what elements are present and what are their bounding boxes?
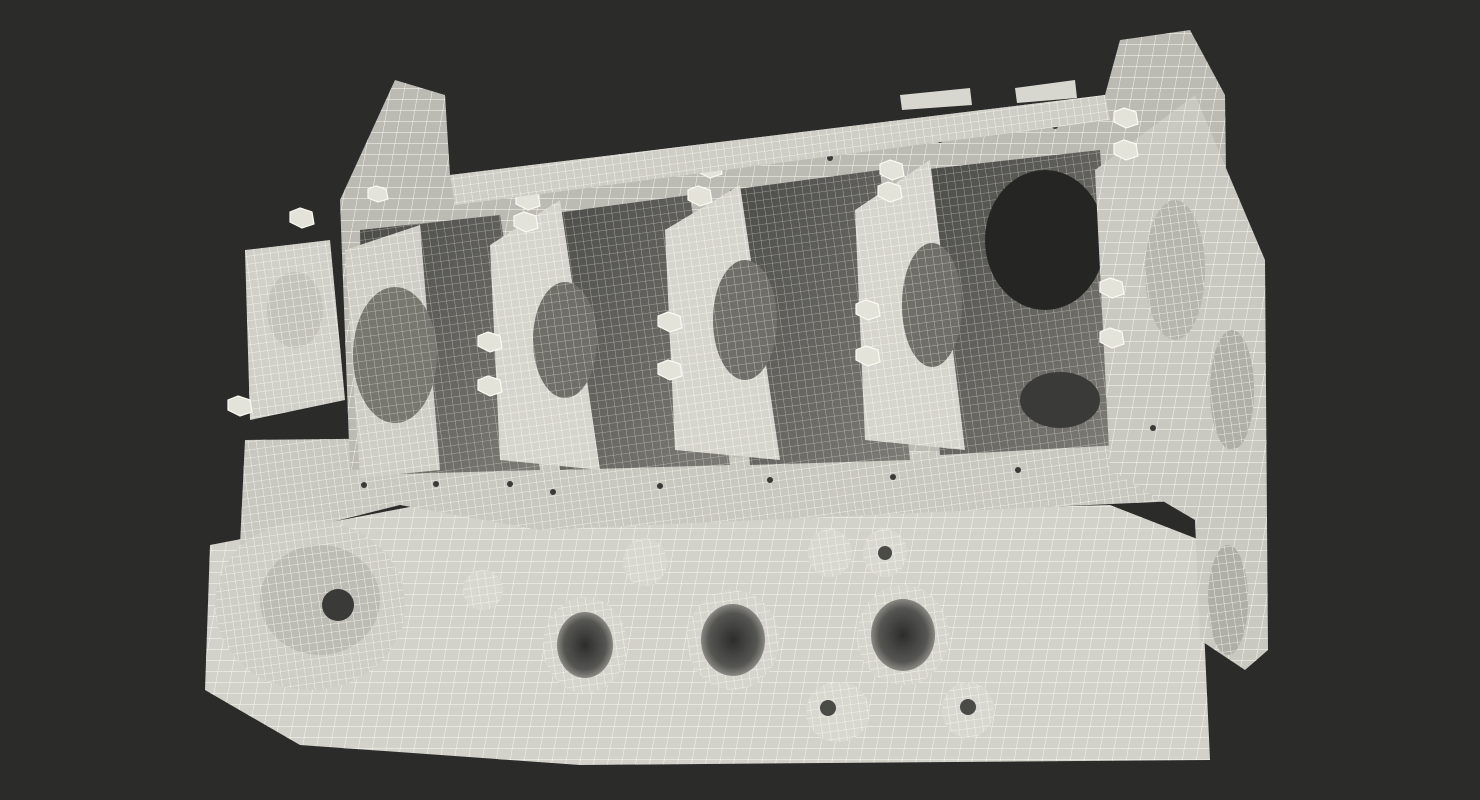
small-boss-3	[863, 529, 907, 577]
small-boss-6	[463, 570, 503, 610]
port-3	[857, 585, 949, 685]
engine-block-render	[205, 30, 1268, 765]
rear-seal-housing	[215, 520, 405, 690]
bolt	[289, 207, 315, 229]
small-boss-1	[623, 538, 667, 586]
port-2	[687, 590, 779, 690]
small-boss-4	[806, 682, 870, 742]
left-end-boss	[245, 240, 345, 420]
small-boss-5	[942, 682, 994, 738]
bolt	[367, 185, 389, 203]
bolt	[227, 395, 253, 417]
port-1	[543, 597, 627, 693]
small-boss-2	[808, 529, 852, 577]
render-viewport	[0, 0, 1480, 800]
